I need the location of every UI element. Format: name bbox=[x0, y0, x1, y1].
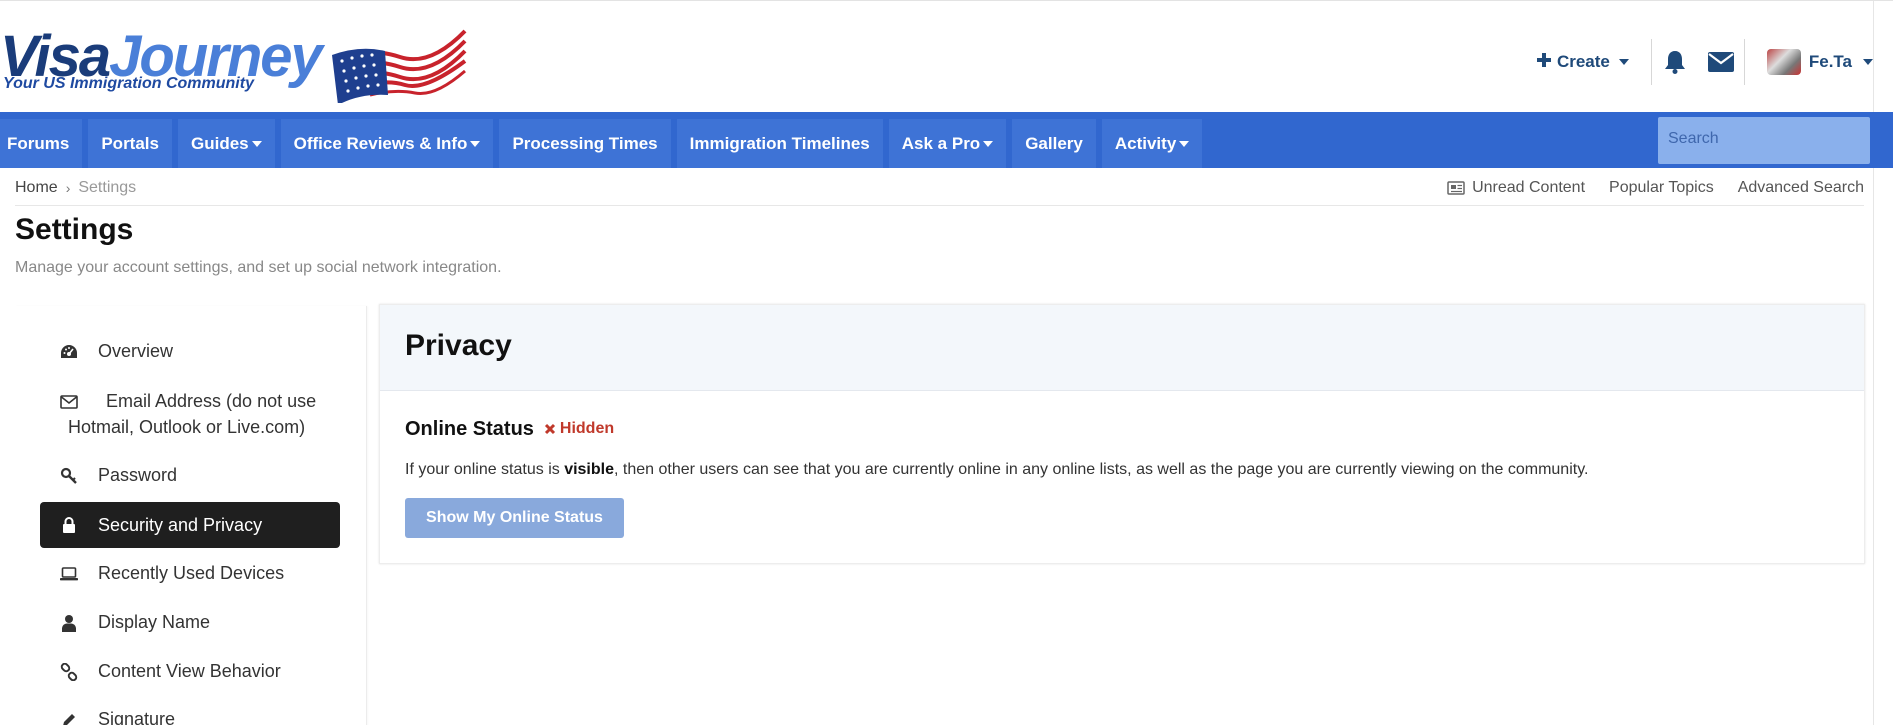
desc-text: , then other users can see that you are … bbox=[614, 461, 1589, 478]
chevron-down-icon bbox=[1618, 59, 1629, 65]
nav-activity[interactable]: Activity bbox=[1101, 119, 1203, 168]
close-icon bbox=[544, 423, 555, 435]
sidebar-item-overview[interactable]: Overview bbox=[40, 338, 340, 364]
search-input[interactable] bbox=[1658, 117, 1870, 164]
nav-label: Office Reviews & Info bbox=[293, 133, 468, 153]
messages-button[interactable] bbox=[1698, 52, 1744, 72]
settings-sidebar: Overview Email Address (do not use Hotma… bbox=[15, 306, 367, 725]
divider bbox=[15, 205, 1864, 206]
chevron-down-icon bbox=[251, 140, 262, 147]
sidebar-item-label: Password bbox=[98, 465, 178, 485]
chevron-right-icon: › bbox=[65, 180, 71, 196]
nav-label: Activity bbox=[1114, 133, 1177, 153]
nav-office-reviews[interactable]: Office Reviews & Info bbox=[280, 119, 494, 168]
sidebar-item-label: Email Address (do not use Hotmail, Outlo… bbox=[68, 391, 317, 437]
create-button[interactable]: Create bbox=[1515, 52, 1651, 72]
sidebar-item-label: Display Name bbox=[98, 612, 211, 632]
chevron-down-icon bbox=[983, 140, 994, 147]
link-icon bbox=[60, 663, 78, 681]
main-nav: Forums Portals Guides Office Reviews & I… bbox=[0, 112, 1893, 168]
nav-forums[interactable]: Forums bbox=[0, 119, 83, 168]
user-bar: Create Fe.Ta bbox=[1515, 37, 1873, 87]
online-status-description: If your online status is visible, then o… bbox=[405, 461, 1588, 479]
nav-portals[interactable]: Portals bbox=[88, 119, 172, 168]
laptop-icon bbox=[60, 565, 78, 583]
online-status-title: Online Status bbox=[405, 418, 534, 440]
plus-icon bbox=[1536, 52, 1551, 72]
panel-title: Privacy bbox=[405, 329, 512, 362]
quick-links: Unread Content Popular Topics Advanced S… bbox=[1447, 179, 1864, 197]
sidebar-item-devices[interactable]: Recently Used Devices bbox=[40, 560, 340, 586]
sidebar-item-password[interactable]: Password bbox=[40, 462, 340, 488]
sidebar-item-security-privacy[interactable]: Security and Privacy bbox=[40, 502, 340, 548]
nav-label: Forums bbox=[7, 133, 70, 153]
breadcrumb: Home › Settings bbox=[15, 179, 136, 197]
breadcrumb-home[interactable]: Home bbox=[15, 179, 58, 197]
nav-processing-times[interactable]: Processing Times bbox=[499, 119, 671, 168]
panel-header: Privacy bbox=[380, 305, 1864, 391]
nav-gallery[interactable]: Gallery bbox=[1012, 119, 1096, 168]
nav-ask-a-pro[interactable]: Ask a Pro bbox=[888, 119, 1007, 168]
bell-icon bbox=[1664, 51, 1685, 74]
sidebar-item-signature[interactable]: Signature bbox=[40, 706, 340, 725]
us-flag-icon bbox=[330, 25, 470, 103]
nav-immigration-timelines[interactable]: Immigration Timelines bbox=[676, 119, 883, 168]
unread-content-link[interactable]: Unread Content bbox=[1447, 179, 1585, 197]
site-header: VisaJourney Your US Immigration Communit… bbox=[0, 1, 1893, 113]
sidebar-item-email[interactable]: Email Address (do not use Hotmail, Outlo… bbox=[40, 388, 340, 440]
nav-label: Gallery bbox=[1025, 133, 1083, 153]
nav-guides[interactable]: Guides bbox=[177, 119, 275, 168]
sidebar-item-label: Recently Used Devices bbox=[98, 563, 285, 583]
sidebar-item-label: Security and Privacy bbox=[98, 515, 263, 535]
chevron-down-icon bbox=[470, 140, 481, 147]
nav-label: Immigration Timelines bbox=[689, 133, 870, 153]
desc-bold: visible bbox=[564, 461, 614, 478]
key-icon bbox=[60, 467, 78, 485]
sidebar-item-display-name[interactable]: Display Name bbox=[40, 609, 340, 635]
breadcrumb-current: Settings bbox=[78, 179, 137, 196]
desc-text: If your online status is bbox=[405, 461, 565, 478]
sidebar-item-label: Overview bbox=[98, 341, 174, 361]
lock-icon bbox=[60, 516, 78, 534]
dashboard-icon bbox=[60, 343, 78, 361]
privacy-panel: Privacy Online Status Hidden If your onl… bbox=[379, 304, 1865, 564]
avatar bbox=[1766, 49, 1801, 75]
create-label: Create bbox=[1556, 52, 1610, 71]
user-menu[interactable]: Fe.Ta bbox=[1745, 49, 1873, 75]
show-online-status-button[interactable]: Show My Online Status bbox=[405, 498, 624, 538]
logo-tagline: Your US Immigration Community bbox=[3, 75, 254, 92]
notifications-button[interactable] bbox=[1652, 50, 1698, 74]
unread-content-label: Unread Content bbox=[1472, 179, 1586, 196]
online-status-row: Online Status Hidden bbox=[405, 418, 614, 441]
page-description: Manage your account settings, and set up… bbox=[15, 259, 502, 276]
nav-label: Portals bbox=[101, 133, 159, 153]
chevron-down-icon bbox=[1863, 59, 1873, 65]
nav-label: Guides bbox=[190, 133, 249, 153]
chevron-down-icon bbox=[1179, 140, 1190, 147]
user-name: Fe.Ta bbox=[1808, 52, 1852, 71]
nav-label: Ask a Pro bbox=[901, 133, 981, 153]
newspaper-icon bbox=[1447, 181, 1465, 195]
nav-label: Processing Times bbox=[512, 133, 658, 153]
envelope-icon bbox=[1707, 52, 1734, 72]
envelope-icon bbox=[60, 393, 78, 411]
pencil-icon bbox=[60, 711, 78, 725]
sidebar-item-content-view[interactable]: Content View Behavior bbox=[40, 658, 340, 684]
site-logo[interactable]: VisaJourney Your US Immigration Communit… bbox=[0, 23, 470, 103]
popular-topics-link[interactable]: Popular Topics bbox=[1609, 179, 1714, 197]
user-icon bbox=[60, 614, 78, 632]
page-title: Settings bbox=[15, 213, 134, 246]
sidebar-item-label: Content View Behavior bbox=[98, 661, 281, 681]
advanced-search-link[interactable]: Advanced Search bbox=[1738, 179, 1864, 197]
status-badge-label: Hidden bbox=[559, 420, 615, 437]
sidebar-item-label: Signature bbox=[98, 709, 176, 725]
status-badge: Hidden bbox=[544, 420, 614, 438]
